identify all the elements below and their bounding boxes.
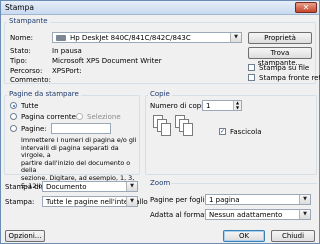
print-what-value: Documento — [46, 183, 87, 191]
location-value: XPSPort: — [52, 67, 82, 75]
options-button-label: Opzioni... — [8, 232, 42, 240]
cancel-button[interactable]: Chiudi — [271, 230, 315, 242]
comment-label: Commento: — [10, 76, 51, 84]
range-current-radio[interactable] — [10, 113, 17, 120]
copies-count-input[interactable]: 1 ▲ ▼ — [202, 100, 242, 111]
range-all-radio[interactable] — [10, 102, 17, 109]
close-button[interactable]: ✕ — [295, 2, 317, 13]
range-selection-label: Selezione — [87, 113, 121, 121]
close-icon: ✕ — [302, 3, 310, 12]
printer-select-value: Hp DeskJet 840C/841C/842C/843C — [70, 34, 191, 42]
pages-per-sheet-label: Pagine per foglio: — [150, 196, 212, 204]
range-all-label: Tutte — [21, 102, 39, 110]
manual-duplex-label: Stampa fronte retro — [259, 74, 320, 82]
zoom-group-divider — [171, 183, 317, 184]
copies-count-value: 1 — [206, 102, 211, 110]
print-to-file-checkbox[interactable] — [248, 64, 255, 71]
print-pages-label: Stampa: — [5, 198, 35, 206]
type-label: Tipo: — [10, 57, 28, 65]
print-pages-select[interactable]: Tutte le pagine nell'intervallo ▼ — [42, 196, 148, 207]
chevron-down-icon: ▼ — [230, 33, 241, 42]
chevron-down-icon: ▼ — [299, 210, 310, 219]
window-title: Stampa — [5, 3, 34, 12]
range-current-label: Pagina corrente — [21, 113, 76, 121]
copies-count-label: Numero di copie: — [150, 102, 210, 110]
copies-group-title: Copie — [148, 90, 172, 98]
print-dialog: Stampa ✕ Stampante Nome: Hp DeskJet 840C… — [0, 0, 320, 244]
chevron-down-icon: ▼ — [126, 197, 137, 206]
pages-per-sheet-select[interactable]: 1 pagina ▼ — [205, 194, 311, 205]
page-range-group-title: Pagine da stampare — [7, 90, 81, 98]
print-what-label: Stampa di: — [5, 183, 44, 191]
properties-button[interactable]: Proprietà — [248, 32, 312, 44]
chevron-down-icon: ▼ — [126, 182, 137, 191]
status-label: Stato: — [10, 47, 31, 55]
page-range-input[interactable] — [51, 123, 111, 134]
scale-to-paper-value: Nessun adattamento — [209, 211, 283, 219]
zoom-group-title: Zoom — [148, 179, 173, 187]
type-value: Microsoft XPS Document Writer — [52, 57, 162, 65]
printer-select[interactable]: Hp DeskJet 840C/841C/842C/843C ▼ — [52, 32, 242, 43]
range-pages-radio[interactable] — [10, 125, 17, 132]
ok-button[interactable]: OK — [223, 230, 265, 242]
manual-duplex-checkbox[interactable] — [248, 74, 255, 81]
scale-to-paper-select[interactable]: Nessun adattamento ▼ — [205, 209, 311, 220]
range-selection-radio[interactable] — [76, 113, 83, 120]
properties-button-label: Proprietà — [264, 34, 296, 42]
chevron-down-icon: ▼ — [299, 195, 310, 204]
printer-icon — [56, 35, 66, 41]
range-pages-label: Pagine: — [21, 125, 47, 133]
printer-group-title: Stampante — [7, 17, 50, 25]
printer-name-label: Nome: — [10, 34, 34, 42]
cancel-button-label: Chiudi — [281, 232, 305, 240]
status-value: In pausa — [52, 47, 82, 55]
title-bar[interactable]: Stampa ✕ — [1, 1, 319, 15]
location-label: Percorso: — [10, 67, 43, 75]
ok-button-label: OK — [238, 232, 250, 240]
print-to-file-label: Stampa su file — [259, 64, 310, 72]
collate-label: Fascicola — [230, 128, 262, 136]
options-button[interactable]: Opzioni... — [5, 230, 45, 242]
collate-checkbox[interactable]: ✓ — [219, 128, 226, 135]
spinner-icon[interactable]: ▲ ▼ — [233, 100, 241, 110]
print-what-select[interactable]: Documento ▼ — [42, 181, 138, 192]
find-printer-button[interactable]: Trova stampante... — [248, 47, 312, 67]
pages-per-sheet-value: 1 pagina — [209, 196, 240, 204]
